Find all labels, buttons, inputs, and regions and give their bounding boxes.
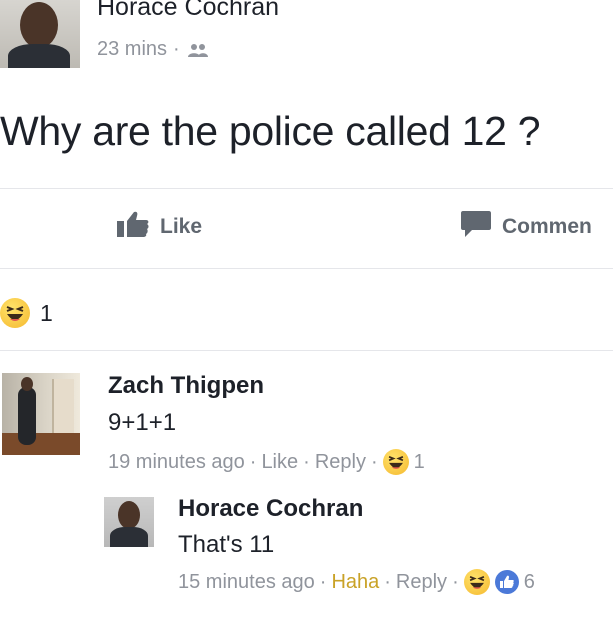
meta-separator: · [319,570,327,593]
haha-emoji-icon[interactable] [463,569,490,595]
reply-author-name[interactable]: Horace Cochran [178,495,363,523]
post-timestamp[interactable]: 23 mins [97,38,167,61]
avatar-head [21,377,33,391]
post-text: Why are the police called 12 ? [0,108,541,154]
like-reaction-icon[interactable] [494,570,519,594]
friends-icon[interactable] [186,43,210,57]
comment-button[interactable]: Commen [460,210,592,244]
haha-emoji-icon [0,298,30,328]
speech-bubble-icon [460,210,492,244]
comment-author-name[interactable]: Zach Thigpen [108,372,264,400]
like-button[interactable]: Like [116,210,202,244]
comment-meta: 19 minutes ago · Like · Reply · 1 [108,449,425,475]
comment-timestamp[interactable]: 19 minutes ago [108,451,245,474]
post-meta: 23 mins · [97,38,210,61]
avatar-head [118,501,140,529]
comment-label: Commen [502,215,592,238]
meta-separator: · [173,38,180,60]
avatar-head [20,2,58,48]
reply-reaction-count: 6 [523,570,535,593]
avatar-figure [18,387,36,445]
meta-separator: · [303,450,310,473]
reply-text: That's 11 [178,531,275,558]
divider [0,350,613,351]
divider [0,188,613,189]
comment-reaction-count: 1 [413,450,425,473]
comment-like-link[interactable]: Like [261,451,298,474]
like-label: Like [160,215,203,238]
avatar-background-door [52,379,74,439]
reaction-count: 1 [40,299,53,326]
divider [0,268,613,269]
comment-text: 9+1+1 [108,409,177,436]
post-author-avatar[interactable] [0,0,80,68]
avatar-shirt [8,44,70,68]
comment-author-avatar[interactable] [2,373,80,455]
avatar-shirt [110,527,148,547]
haha-emoji-icon[interactable] [382,449,409,475]
reactions-summary[interactable]: 1 [0,298,53,328]
meta-separator: · [384,570,391,593]
comment-reply-link[interactable]: Reply [315,451,366,474]
post-author-name[interactable]: Horace Cochran [97,0,279,22]
meta-separator: · [452,570,459,593]
reply-author-avatar[interactable] [104,497,154,547]
reply-haha-link[interactable]: Haha [331,571,379,594]
reply-meta: 15 minutes ago · Haha · Reply · 6 [178,569,535,595]
thumbs-up-icon [116,210,150,244]
reply-reply-link[interactable]: Reply [396,571,447,594]
reply-timestamp[interactable]: 15 minutes ago [178,571,315,594]
meta-separator: · [370,450,378,473]
meta-separator: · [249,450,257,473]
avatar-background-floor [2,433,80,455]
